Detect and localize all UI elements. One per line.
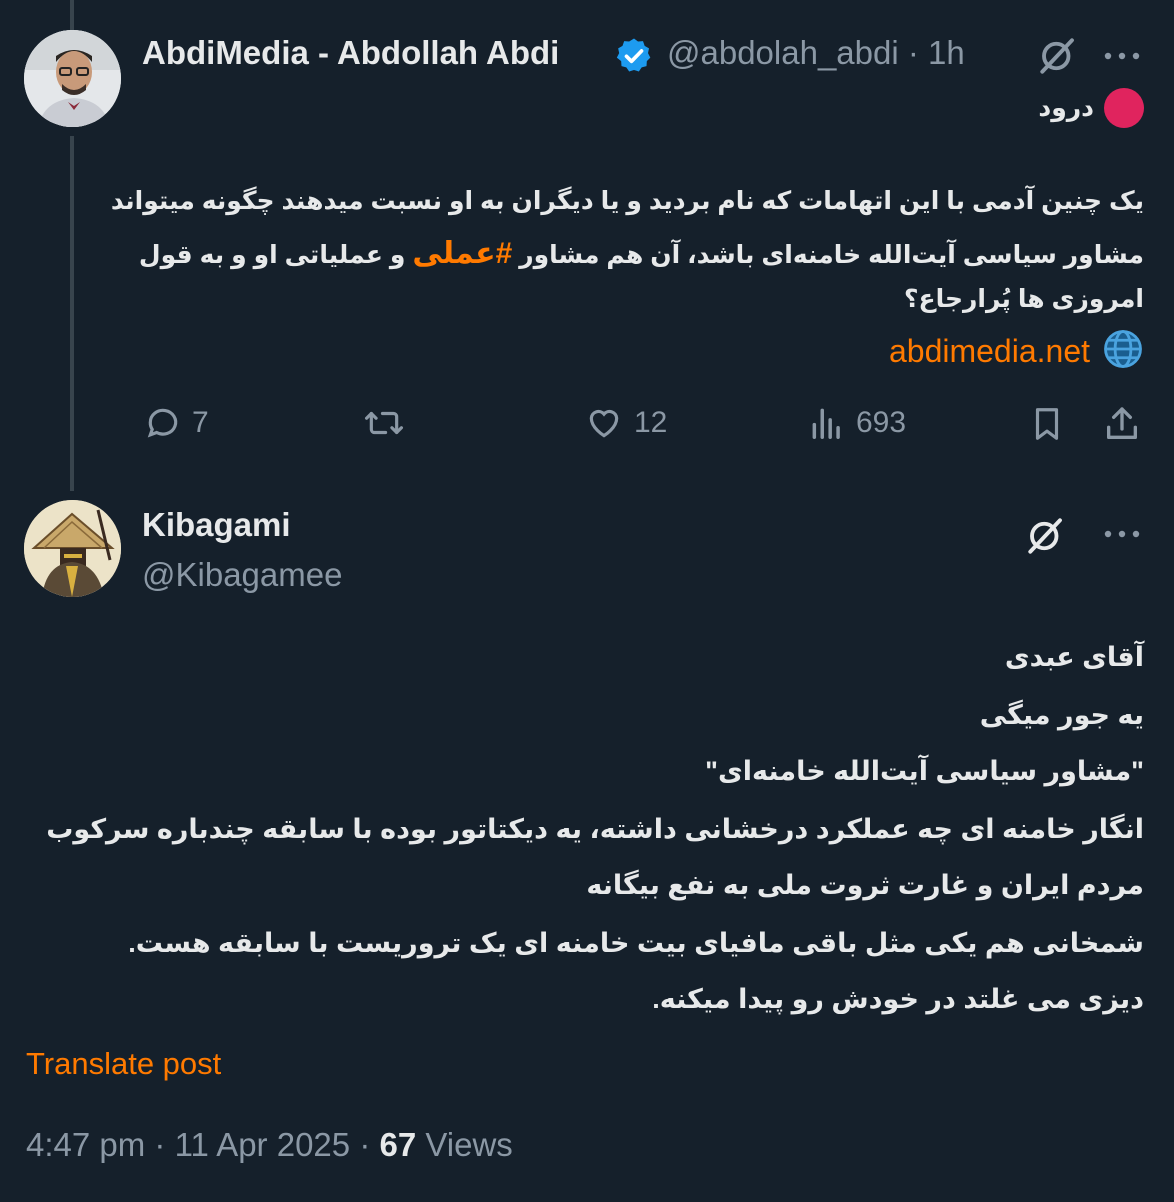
hashtag-link[interactable]: #عملی <box>412 237 512 270</box>
verified-icon <box>614 36 654 81</box>
tweet-body-line-1: یک چنین آدمی با این اتهامات که نام بردید… <box>110 187 1144 215</box>
globe-icon <box>1102 328 1144 375</box>
red-circle-emoji <box>1104 88 1144 128</box>
handle[interactable]: @abdolah_abdi <box>667 34 899 71</box>
like-icon <box>589 409 619 438</box>
more-icon[interactable] <box>1098 512 1146 556</box>
retweet-button[interactable] <box>362 404 416 442</box>
views-label: Views <box>425 1126 513 1163</box>
like-count: 12 <box>634 406 668 439</box>
reply-body-line-2: یه جور میگی <box>979 700 1144 730</box>
reply-icon <box>147 408 178 438</box>
reply-count: 7 <box>192 406 209 439</box>
reply-body-line-6: شمخانی هم یکی مثل باقی مافیای بیت خامنه … <box>128 928 1144 958</box>
body-text-part: مشاور سیاسی آیت‌الله خامنه‌ای باشد، آن ه… <box>512 241 1144 269</box>
tweet-body-line-2: مشاور سیاسی آیت‌الله خامنه‌ای باشد، آن ه… <box>139 236 1144 271</box>
bookmark-button[interactable] <box>1028 404 1066 444</box>
reply-body-line-5: مردم ایران و غارت ثروت ملی به نفع بیگانه <box>586 870 1144 900</box>
reply-button[interactable]: 7 <box>144 404 209 442</box>
body-text-part: و عملیاتی او و به قول <box>138 241 413 269</box>
views-count: 693 <box>856 406 907 439</box>
location-line: درود <box>1038 88 1144 128</box>
post-date[interactable]: 11 Apr 2025 <box>175 1126 351 1163</box>
reply-body-line-7: دیزی می غلتد در خودش رو پیدا میکنه. <box>652 984 1144 1014</box>
grok-icon[interactable] <box>1022 512 1070 560</box>
external-link[interactable]: abdimedia.net <box>889 333 1090 370</box>
share-button[interactable] <box>1102 404 1142 444</box>
location-text: درود <box>1038 94 1094 122</box>
separator: · <box>907 34 919 71</box>
translate-post-link[interactable]: Translate post <box>26 1046 221 1082</box>
views-count: 67 <box>379 1126 417 1163</box>
meta-separator: · <box>154 1126 166 1163</box>
display-name[interactable]: AbdiMedia - Abdollah Abdi <box>142 34 559 72</box>
grok-icon[interactable] <box>1034 32 1082 80</box>
thread-line <box>70 136 74 491</box>
handle[interactable]: @Kibagamee <box>142 556 342 594</box>
reply-body-line-3: "مشاور سیاسی آیت‌الله خامنه‌ای" <box>705 756 1144 786</box>
views-icon <box>812 408 840 439</box>
reply-body-line-1: آقای عبدی <box>1004 642 1144 672</box>
retweet-icon <box>365 411 403 435</box>
display-name[interactable]: Kibagami <box>142 506 291 544</box>
post-time[interactable]: 4:47 pm <box>26 1126 145 1163</box>
views-button[interactable]: 693 <box>808 404 906 442</box>
avatar-abdimedia[interactable] <box>24 30 121 127</box>
tweet-body-line-3: امروزی ها پُرارجاع؟ <box>904 285 1144 313</box>
like-button[interactable]: 12 <box>584 404 667 442</box>
tweet-time[interactable]: 1h <box>928 34 965 71</box>
avatar-kibagami[interactable] <box>24 500 121 597</box>
tweet-meta: 4:47 pm · 11 Apr 2025 · 67 Views <box>26 1126 513 1164</box>
reply-body-line-4: انگار خامنه ای چه عملکرد درخشانی داشته، … <box>46 814 1144 844</box>
bookmark-icon <box>1035 408 1059 440</box>
more-icon[interactable] <box>1098 34 1146 78</box>
link-line: abdimedia.net <box>889 328 1144 375</box>
meta-separator: · <box>359 1126 371 1163</box>
share-icon <box>1107 407 1137 439</box>
